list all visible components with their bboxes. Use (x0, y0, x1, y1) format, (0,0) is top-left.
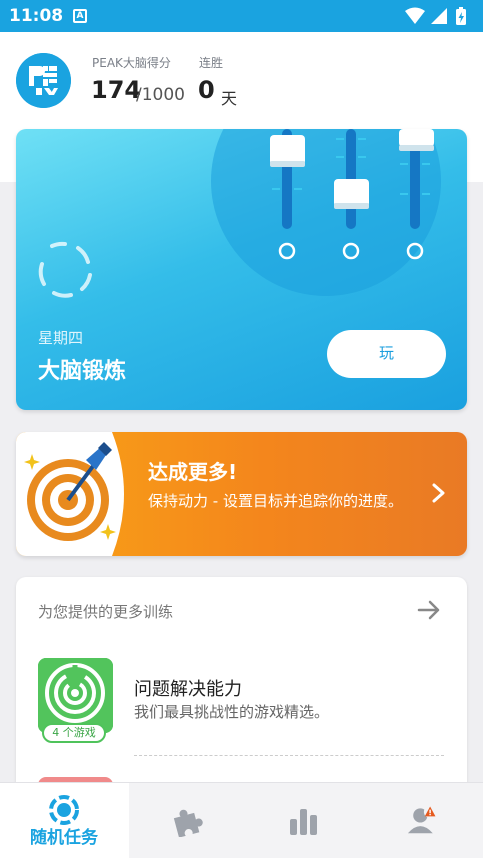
streak-value: 0 (198, 76, 215, 104)
wifi-icon (405, 7, 425, 24)
stats-icon (290, 809, 317, 835)
game-description: 我们最具挑战性的游戏精选。 (134, 703, 330, 721)
a-notification-icon: A (73, 9, 87, 23)
workout-title: 大脑锻炼 (38, 359, 127, 384)
peak-logo (16, 53, 71, 108)
tab-workout[interactable]: 随机任务 (0, 783, 129, 858)
tab-games[interactable] (129, 783, 250, 858)
play-button[interactable]: 玩 (327, 330, 446, 378)
signal-icon (431, 8, 447, 24)
game-count-badge: 4 个游戏 (42, 723, 106, 743)
puzzle-icon (173, 809, 203, 837)
streak-unit: 天 (221, 89, 238, 108)
more-training-card: 为您提供的更多训练 4 个游戏 问题解决能力 我们最具挑战性的游戏精选。 (16, 577, 467, 817)
tab-profile[interactable] (371, 783, 483, 858)
profile-alert-icon (407, 805, 437, 834)
goal-text: 保持动力 - 设置目标并追踪你的进度。 (148, 492, 403, 510)
status-bar: 11:08 A (0, 0, 483, 32)
status-time: 11:08 (9, 6, 64, 26)
workout-icon (49, 795, 79, 825)
divider (134, 755, 444, 756)
maze-icon (38, 658, 113, 733)
score-label: PEAK大脑得分 (92, 56, 171, 70)
game-title: 问题解决能力 (134, 679, 242, 700)
status-icons (405, 7, 466, 25)
progress-ring-icon (38, 241, 92, 298)
battery-icon (456, 7, 466, 25)
chevron-right-icon (432, 483, 445, 503)
workout-card[interactable]: 星期四 大脑锻炼 玩 (16, 129, 467, 410)
tab-workout-label: 随机任务 (30, 828, 98, 848)
tab-stats[interactable] (250, 783, 371, 858)
goal-title: 达成更多! (148, 460, 238, 484)
goal-card[interactable]: 达成更多! 保持动力 - 设置目标并追踪你的进度。 (16, 432, 467, 556)
arrow-right-icon[interactable] (416, 598, 442, 622)
workout-day: 星期四 (38, 329, 84, 347)
tab-bar: 随机任务 (0, 782, 483, 858)
score-value: 174 (91, 76, 142, 104)
more-training-title: 为您提供的更多训练 (38, 603, 174, 621)
maze-thumbnail (38, 658, 113, 733)
streak-label: 连胜 (199, 56, 224, 70)
score-total: /1000 (136, 85, 185, 105)
